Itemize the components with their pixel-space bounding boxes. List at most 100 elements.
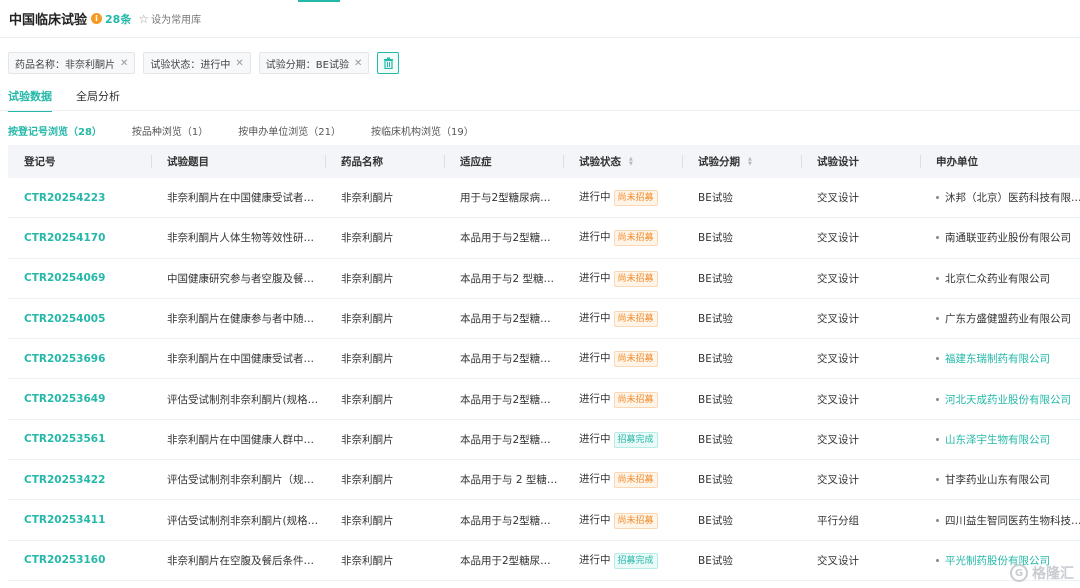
trial-title-cell: 评估受试制剂非奈利酮片(规格… <box>167 514 319 527</box>
tab-global-analysis[interactable]: 全局分析 <box>76 88 120 112</box>
table-row[interactable]: CTR20253696 非奈利酮片在中国健康受试者… 非奈利酮片 本品用于与2型糖… 进… <box>8 339 1080 380</box>
table-row[interactable]: CTR20254005 非奈利酮片在健康参与者中随… 非奈利酮片 本品用于与2型糖… 进… <box>8 299 1080 340</box>
trial-title-cell: 非奈利酮片在健康参与者中随… <box>167 313 314 326</box>
registration-link[interactable]: CTR20254170 <box>24 232 105 244</box>
table-body: CTR20254223 非奈利酮片在中国健康受试者… 非奈利酮片 用于与2型糖尿病… 进… <box>8 178 1080 581</box>
drug-name-cell: 非奈利酮片 <box>341 353 394 366</box>
column-header-drug[interactable]: 药品名称 <box>325 145 444 178</box>
phase-cell: BE试验 <box>698 353 733 366</box>
bullet-icon <box>936 276 939 280</box>
indication-cell: 本品用于与2型糖… <box>460 232 551 245</box>
drug-name-cell: 非奈利酮片 <box>341 393 394 406</box>
tab-by-drug[interactable]: 按品种浏览（1） <box>132 123 208 138</box>
recruit-status-badge: 尚未招募 <box>613 311 658 328</box>
sponsor-name: 四川益生智同医药生物科技… <box>945 514 1080 527</box>
table-row[interactable]: CTR20253561 非奈利酮片在中国健康人群中… 非奈利酮片 本品用于与2型糖… 进… <box>8 420 1080 461</box>
phase-cell: BE试验 <box>698 433 733 446</box>
column-header-registration[interactable]: 登记号 <box>8 145 151 178</box>
watermark: G 格隆汇 <box>1010 563 1074 583</box>
registration-link[interactable]: CTR20254223 <box>24 192 105 204</box>
phase-cell: BE试验 <box>698 313 733 326</box>
table-row[interactable]: CTR20254223 非奈利酮片在中国健康受试者… 非奈利酮片 用于与2型糖尿病… 进… <box>8 178 1080 219</box>
watermark-logo-icon: G <box>1010 564 1028 582</box>
registration-link[interactable]: CTR20253696 <box>24 353 105 365</box>
set-favorite-label: 设为常用库 <box>151 15 202 26</box>
indication-cell: 本品用于与2型糖… <box>460 514 551 527</box>
clear-filters-button[interactable] <box>377 52 400 74</box>
recruit-status-badge: 尚未招募 <box>613 230 658 247</box>
sponsor-name[interactable]: 山东泽宇生物有限公司 <box>945 432 1050 447</box>
table-row[interactable]: CTR20253422 评估受试制剂非奈利酮片（规… 非奈利酮片 本品用于与 2 型糖… <box>8 460 1080 501</box>
filter-chip-phase[interactable]: 试验分期：BE试验 ✕ <box>258 52 370 74</box>
set-favorite-button[interactable]: ☆ 设为常用库 <box>138 11 202 27</box>
trials-table: 登记号 试验题目 药品名称 适应症 试验状态 ▲ ▼ 试验分期 ▲ ▼ 试验设计 申… <box>8 145 1080 581</box>
column-header-design[interactable]: 试验设计 <box>801 145 920 178</box>
registration-link[interactable]: CTR20253422 <box>24 474 105 486</box>
sponsor-name: 甘李药业山东有限公司 <box>945 474 1050 487</box>
sponsor-name[interactable]: 福建东瑞制药有限公司 <box>945 351 1050 366</box>
trial-title-cell: 评估受试制剂非奈利酮片（规… <box>167 474 314 487</box>
column-header-title[interactable]: 试验题目 <box>151 145 325 178</box>
drug-name-cell: 非奈利酮片 <box>341 232 394 245</box>
sponsor-name[interactable]: 河北天成药业股份有限公司 <box>945 392 1071 407</box>
bullet-icon <box>936 518 939 522</box>
column-header-indication[interactable]: 适应症 <box>444 145 563 178</box>
trial-title-cell: 非奈利酮片人体生物等效性研… <box>167 232 314 245</box>
close-icon[interactable]: ✕ <box>235 58 243 69</box>
registration-link[interactable]: CTR20254069 <box>24 272 105 284</box>
tab-by-registration[interactable]: 按登记号浏览（28） <box>8 123 102 138</box>
drug-name-cell: 非奈利酮片 <box>341 192 394 205</box>
info-icon[interactable]: i <box>91 13 103 24</box>
design-cell: 交叉设计 <box>817 393 859 406</box>
registration-link[interactable]: CTR20253411 <box>24 514 105 526</box>
registration-link[interactable]: CTR20253561 <box>24 433 105 445</box>
indication-cell: 本品用于与2型糖… <box>460 393 551 406</box>
bullet-icon <box>936 478 939 482</box>
filter-chip-drug[interactable]: 药品名称：非奈利酮片 ✕ <box>8 52 136 74</box>
design-cell: 交叉设计 <box>817 272 859 285</box>
bullet-icon <box>936 196 939 200</box>
phase-cell: BE试验 <box>698 272 733 285</box>
table-row[interactable]: CTR20253411 评估受试制剂非奈利酮片(规格… 非奈利酮片 本品用于与2型糖…… <box>8 500 1080 541</box>
drug-name-cell: 非奈利酮片 <box>341 554 394 567</box>
recruit-status-badge: 尚未招募 <box>613 472 658 489</box>
tab-by-institution[interactable]: 按临床机构浏览（19） <box>371 123 474 138</box>
drug-name-cell: 非奈利酮片 <box>341 433 394 446</box>
indication-cell: 用于与2型糖尿病… <box>460 192 551 205</box>
status-text: 进行中 <box>579 432 611 445</box>
table-row[interactable]: CTR20254069 中国健康研究参与者空腹及餐… 非奈利酮片 本品用于与2 型糖…… <box>8 259 1080 299</box>
close-icon[interactable]: ✕ <box>354 58 362 69</box>
page-header: 中国临床试验 i 28条 ☆ 设为常用库 <box>0 0 1080 38</box>
table-row[interactable]: CTR20253160 非奈利酮片在空腹及餐后条件… 非奈利酮片 本品用于2型糖尿… 进… <box>8 541 1080 581</box>
sort-icon[interactable]: ▲ ▼ <box>748 156 752 167</box>
trial-title-cell: 中国健康研究参与者空腹及餐… <box>167 272 314 285</box>
status-text: 进行中 <box>579 513 611 526</box>
filter-chip-status[interactable]: 试验状态：进行中 ✕ <box>143 52 251 74</box>
sort-icon[interactable]: ▲ ▼ <box>629 156 633 167</box>
indication-cell: 本品用于与2型糖… <box>460 433 551 446</box>
column-header-status[interactable]: 试验状态 ▲ ▼ <box>563 145 682 178</box>
column-header-phase[interactable]: 试验分期 ▲ ▼ <box>682 145 801 178</box>
registration-link[interactable]: CTR20253649 <box>24 393 105 405</box>
recruit-status-badge: 尚未招募 <box>613 391 658 408</box>
trial-title-cell: 非奈利酮片在中国健康受试者… <box>167 192 314 205</box>
tab-by-sponsor[interactable]: 按申办单位浏览（21） <box>238 123 341 138</box>
close-icon[interactable]: ✕ <box>120 58 128 69</box>
design-cell: 交叉设计 <box>817 192 859 205</box>
trash-icon <box>383 57 393 69</box>
trial-title-cell: 非奈利酮片在中国健康受试者… <box>167 353 314 366</box>
registration-link[interactable]: CTR20253160 <box>24 554 105 566</box>
phase-cell: BE试验 <box>698 474 733 487</box>
tab-trial-data[interactable]: 试验数据 <box>8 88 52 112</box>
design-cell: 交叉设计 <box>817 474 859 487</box>
bullet-icon <box>936 317 939 321</box>
table-row[interactable]: CTR20253649 评估受试制剂非奈利酮片(规格… 非奈利酮片 本品用于与2型糖…… <box>8 379 1080 420</box>
sponsor-name: 南通联亚药业股份有限公司 <box>945 232 1071 245</box>
bullet-icon <box>936 357 939 361</box>
trial-title-cell: 非奈利酮片在空腹及餐后条件… <box>167 554 314 567</box>
registration-link[interactable]: CTR20254005 <box>24 313 105 325</box>
table-row[interactable]: CTR20254170 非奈利酮片人体生物等效性研… 非奈利酮片 本品用于与2型糖… 进… <box>8 218 1080 259</box>
filter-chip-label: 试验状态：进行中 <box>150 59 231 71</box>
column-header-sponsor[interactable]: 申办单位 <box>920 145 1080 178</box>
trial-title-cell: 评估受试制剂非奈利酮片(规格… <box>167 393 319 406</box>
